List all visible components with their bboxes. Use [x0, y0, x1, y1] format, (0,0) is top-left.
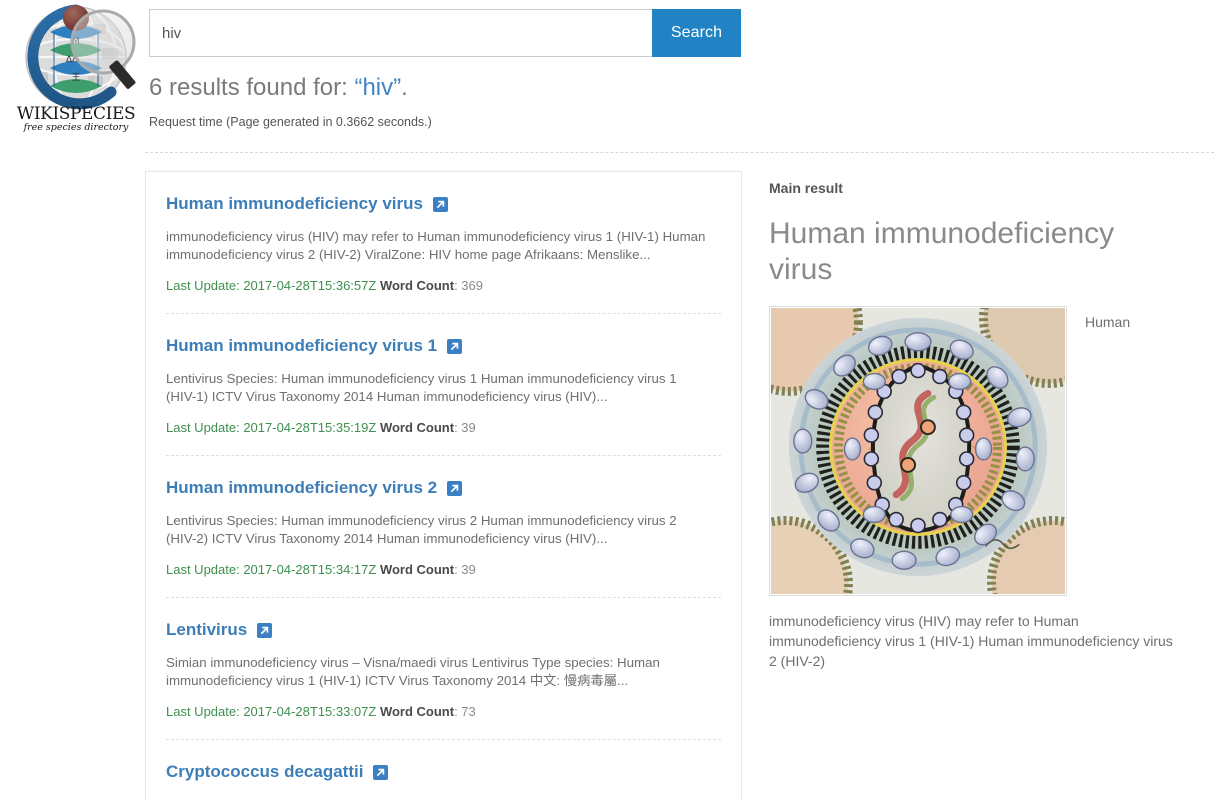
word-count-value: : 39	[454, 562, 476, 577]
hiv-virion-image[interactable]	[769, 306, 1067, 596]
last-update-text: Last Update: 2017-04-28T15:33:07Z	[166, 704, 377, 719]
word-count-label: Word Count	[379, 278, 455, 293]
search-bar: Search	[149, 9, 741, 57]
search-results-page: Ḿ ΔΛ 王 WIKISPECIES free species director…	[0, 0, 1229, 800]
result-title-link[interactable]: Human immunodeficiency virus 2	[166, 478, 437, 498]
result-snippet: Lentivirus Species: Human immunodeficien…	[166, 371, 677, 404]
word-count-label: Word Count	[379, 420, 455, 435]
heading-period: .	[401, 74, 408, 101]
result-title-link[interactable]: Lentivirus	[166, 620, 247, 640]
result-title-row: Human immunodeficiency virus 2	[166, 478, 721, 498]
query-term[interactable]: hiv	[362, 74, 393, 101]
result-item[interactable]: Cryptococcus decagattii	[166, 739, 721, 800]
main-result-side-text: Human	[1085, 314, 1131, 330]
result-title-row: Cryptococcus decagattii	[166, 762, 721, 782]
result-snippet: immunodeficiency virus (HIV) may refer t…	[166, 229, 706, 262]
last-update-text: Last Update: 2017-04-28T15:36:57Z	[166, 278, 377, 293]
result-title-link[interactable]: Cryptococcus decagattii	[166, 762, 363, 782]
main-result-title: Human immunodeficiency virus	[769, 217, 1115, 286]
result-item[interactable]: Human immunodeficiency virus 1 Lentiviru…	[166, 313, 721, 455]
external-link-icon[interactable]	[257, 622, 273, 638]
result-meta: Last Update: 2017-04-28T15:36:57Z Word C…	[166, 278, 721, 293]
word-count-value: : 369	[454, 278, 483, 293]
result-title-link[interactable]: Human immunodeficiency virus	[166, 194, 423, 214]
results-panel: Human immunodeficiency virus immunodefic…	[145, 171, 742, 800]
wikispecies-logo[interactable]: Ḿ ΔΛ 王 WIKISPECIES free species director…	[10, 2, 142, 132]
external-link-icon[interactable]	[447, 338, 463, 354]
logo-tagline: free species directory	[23, 122, 129, 132]
result-meta: Last Update: 2017-04-28T15:33:07Z Word C…	[166, 704, 721, 719]
result-snippet: Simian immunodeficiency virus – Visna/ma…	[166, 655, 660, 688]
results-count-text: 6 results found for:	[149, 74, 355, 101]
main-result-panel: Main result Human immunodeficiency virus	[769, 180, 1209, 671]
request-time-text: Request time (Page generated in 0.3662 s…	[149, 115, 432, 129]
result-title-link[interactable]: Human immunodeficiency virus 1	[166, 336, 437, 356]
external-link-icon[interactable]	[373, 764, 389, 780]
result-item[interactable]: Lentivirus Simian immunodeficiency virus…	[166, 597, 721, 739]
search-button[interactable]: Search	[652, 9, 741, 57]
external-link-icon[interactable]	[447, 480, 463, 496]
result-meta: Last Update: 2017-04-28T15:34:17Z Word C…	[166, 562, 721, 577]
svg-text:王: 王	[71, 72, 80, 83]
result-item[interactable]: Human immunodeficiency virus immunodefic…	[166, 172, 721, 313]
external-link-icon[interactable]	[432, 196, 448, 212]
word-count-value: : 39	[454, 420, 476, 435]
query-close-quote: ”	[393, 74, 402, 101]
last-update-text: Last Update: 2017-04-28T15:34:17Z	[166, 562, 377, 577]
main-result-label: Main result	[769, 180, 843, 196]
results-count-heading: 6 results found for: “hiv”.	[149, 74, 408, 102]
search-input[interactable]	[149, 9, 652, 57]
word-count-label: Word Count	[379, 562, 455, 577]
word-count-label: Word Count	[379, 704, 455, 719]
last-update-text: Last Update: 2017-04-28T15:35:19Z	[166, 420, 377, 435]
main-result-caption: immunodeficiency virus (HIV) may refer t…	[769, 613, 1173, 669]
word-count-value: : 73	[454, 704, 476, 719]
logo-wordmark: WIKISPECIES	[17, 104, 135, 124]
result-snippet: Lentivirus Species: Human immunodeficien…	[166, 513, 677, 546]
header-divider	[145, 152, 1214, 153]
result-title-row: Human immunodeficiency virus 1	[166, 336, 721, 356]
main-figure-row: Human	[769, 306, 1209, 596]
result-item[interactable]: Human immunodeficiency virus 2 Lentiviru…	[166, 455, 721, 597]
result-title-row: Human immunodeficiency virus	[166, 194, 721, 214]
result-title-row: Lentivirus	[166, 620, 721, 640]
result-meta: Last Update: 2017-04-28T15:35:19Z Word C…	[166, 420, 721, 435]
